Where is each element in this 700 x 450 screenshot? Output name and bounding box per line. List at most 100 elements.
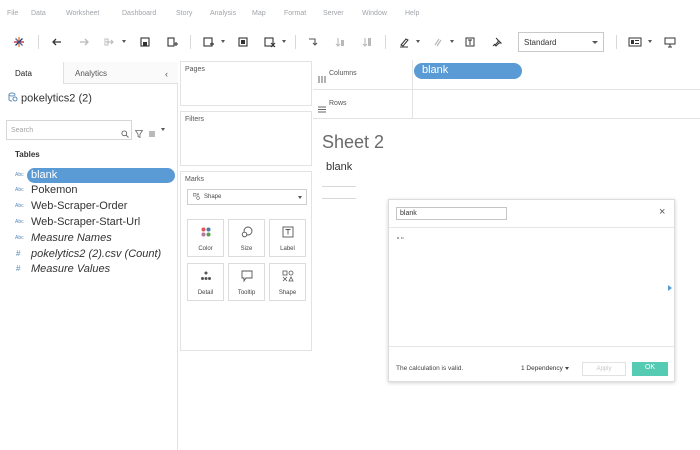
group-icon[interactable] (429, 34, 445, 50)
menu-story[interactable]: Story (176, 10, 192, 17)
sort-ascending-icon[interactable] (332, 34, 348, 50)
rows-icon (318, 100, 326, 118)
tab-data[interactable]: Data (0, 62, 64, 84)
menu-format[interactable]: Format (284, 10, 306, 17)
shape-label: Shape (278, 290, 297, 296)
toolbar-divider (38, 35, 39, 49)
string-type-icon: Abc (15, 203, 24, 209)
clear-sheet-icon[interactable] (262, 34, 278, 50)
shelf-separator (313, 118, 700, 119)
sheet-title[interactable]: Sheet 2 (322, 132, 384, 153)
detail-button[interactable]: Detail (187, 263, 224, 301)
calculation-name-input[interactable]: blank (396, 207, 507, 220)
color-button[interactable]: Color (187, 219, 224, 257)
presentation-icon[interactable] (662, 34, 678, 50)
pause-icon[interactable] (102, 34, 118, 50)
sort-descending-icon[interactable] (359, 34, 375, 50)
tab-analytics[interactable]: Analytics (64, 62, 178, 84)
ok-button[interactable]: OK (632, 362, 668, 376)
field-name: pokelytics2 (2).csv (Count) (31, 248, 162, 260)
field-name: blank (31, 169, 58, 181)
expand-functions-icon[interactable] (668, 285, 672, 291)
new-data-source-icon[interactable] (164, 34, 180, 50)
columns-pill-blank[interactable]: blank (414, 63, 522, 79)
shelf-separator (313, 89, 700, 90)
field-measure-names[interactable]: Abc Measure Names (0, 231, 178, 246)
tooltip-button[interactable]: Tooltip (228, 263, 265, 301)
data-source[interactable]: pokelytics2 (2) (8, 92, 92, 105)
menu-map[interactable]: Map (252, 10, 266, 17)
menu-data[interactable]: Data (31, 10, 46, 17)
tooltip-icon (229, 270, 264, 282)
show-cards-dropdown-caret[interactable] (648, 40, 652, 43)
string-type-icon: Abc (15, 219, 24, 225)
size-button[interactable]: Size (228, 219, 265, 257)
field-measure-values[interactable]: # Measure Values (0, 262, 178, 277)
dependency-dropdown[interactable]: 1 Dependency (521, 365, 569, 372)
new-worksheet-dropdown-caret[interactable] (221, 40, 225, 43)
field-web-scraper-order[interactable]: Abc Web-Scraper-Order (0, 199, 178, 214)
field-record-count[interactable]: # pokelytics2 (2).csv (Count) (0, 247, 178, 262)
field-blank[interactable]: Abc blank (0, 168, 178, 183)
view-options-icon[interactable] (149, 125, 157, 143)
string-type-icon: Abc (15, 235, 24, 241)
field-name: Pokemon (31, 184, 78, 196)
field-pokemon[interactable]: Abc Pokemon (0, 183, 178, 198)
field-name: Web-Scraper-Start-Url (31, 216, 141, 228)
clear-sheet-dropdown-caret[interactable] (282, 40, 286, 43)
apply-button[interactable]: Apply (582, 362, 626, 376)
show-cards-icon[interactable] (627, 34, 643, 50)
chevron-down-icon (592, 41, 598, 44)
new-worksheet-icon[interactable] (201, 34, 217, 50)
mark-type-dropdown[interactable]: Shape (187, 189, 307, 205)
search-field[interactable]: Search (6, 120, 132, 140)
labels-icon[interactable] (462, 34, 478, 50)
menu-file[interactable]: File (7, 10, 18, 17)
tables-header: Tables (15, 150, 40, 159)
filters-card[interactable]: Filters (180, 111, 312, 166)
toolbar-divider (190, 35, 191, 49)
menu-analysis[interactable]: Analysis (210, 10, 236, 17)
header-divider (322, 198, 356, 199)
save-icon[interactable] (137, 34, 153, 50)
swap-icon[interactable] (305, 34, 321, 50)
menu-server[interactable]: Server (323, 10, 344, 17)
chevron-down-icon (564, 366, 569, 370)
size-label: Size (240, 246, 253, 252)
shape-mark-icon (193, 193, 200, 202)
label-button[interactable]: Label (269, 219, 306, 257)
columns-icon (318, 70, 326, 88)
detail-icon (188, 270, 223, 282)
column-header-blank[interactable]: blank (326, 161, 352, 173)
formula-editor[interactable]: "" (389, 227, 674, 347)
search-icon[interactable] (121, 125, 129, 143)
pin-icon[interactable] (489, 34, 505, 50)
field-name: Measure Names (31, 232, 112, 244)
menu-window[interactable]: Window (362, 10, 387, 17)
field-web-scraper-start-url[interactable]: Abc Web-Scraper-Start-Url (0, 215, 178, 230)
pause-dropdown-caret[interactable] (122, 40, 126, 43)
label-icon (270, 226, 305, 238)
menu-worksheet[interactable]: Worksheet (66, 10, 99, 17)
fit-dropdown[interactable]: Standard (518, 32, 604, 52)
redo-icon[interactable] (76, 34, 92, 50)
close-icon[interactable]: × (659, 207, 665, 218)
highlight-icon[interactable] (396, 34, 412, 50)
highlight-dropdown-caret[interactable] (416, 40, 420, 43)
menu-dashboard[interactable]: Dashboard (122, 10, 156, 17)
color-icon (188, 226, 223, 238)
shape-button[interactable]: Shape (269, 263, 306, 301)
group-dropdown-caret[interactable] (450, 40, 454, 43)
field-name: Measure Values (31, 263, 111, 275)
menu-help[interactable]: Help (405, 10, 419, 17)
dependency-label: 1 Dependency (521, 365, 563, 372)
tableau-logo-icon[interactable] (11, 34, 27, 50)
pages-card[interactable]: Pages (180, 61, 312, 106)
collapse-pane-icon[interactable]: ‹ (165, 69, 168, 79)
shape-icon (270, 270, 305, 282)
search-placeholder: Search (11, 127, 34, 134)
duplicate-sheet-icon[interactable] (236, 34, 252, 50)
undo-icon[interactable] (49, 34, 65, 50)
view-options-dropdown-caret[interactable] (161, 128, 165, 131)
filter-icon[interactable] (134, 125, 144, 143)
